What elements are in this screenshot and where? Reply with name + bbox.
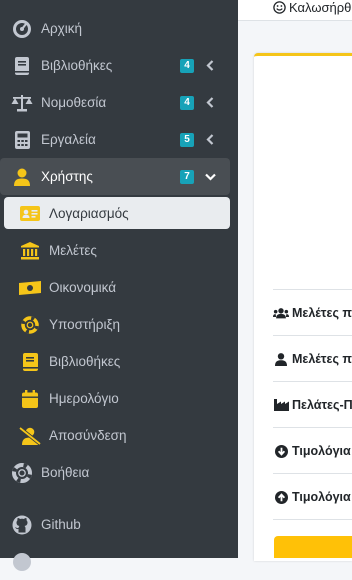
submenu-item-label: Υποστήριξη — [49, 317, 121, 332]
sidebar-item-label: Βοήθεια — [41, 465, 90, 480]
sidebar-item-home[interactable]: Αρχική — [0, 10, 238, 47]
stats-row[interactable]: Μελέτες πε — [273, 335, 352, 382]
stats-row-label: Τιμολόγια — [292, 444, 351, 458]
sidebar-item-label: Νομοθεσία — [41, 95, 107, 110]
chevron-left-icon — [204, 97, 216, 109]
stats-row[interactable]: Τιμολόγια — [273, 427, 352, 474]
book-icon — [11, 55, 33, 77]
money-bill-icon — [19, 277, 41, 299]
row-divider — [273, 519, 352, 520]
sidebar-item-legislation[interactable]: Νομοθεσία 4 — [0, 84, 238, 121]
submenu-item-label: Μελέτες — [49, 243, 97, 258]
sidebar-item-label: Χρήστης — [41, 169, 93, 184]
action-button[interactable] — [274, 536, 352, 558]
submenu-item-label: Βιβλιοθήκες — [49, 354, 121, 369]
count-badge: 7 — [180, 169, 194, 184]
life-ring-icon — [11, 462, 33, 484]
sidebar-item-label: Βιβλιοθήκες — [41, 58, 113, 73]
submenu-item-account[interactable]: Λογαριασμός — [4, 197, 230, 229]
submenu-item-label: Λογαριασμός — [49, 205, 129, 221]
balance-scale-icon — [11, 92, 33, 114]
stats-row-label: Μελέτες π — [292, 306, 352, 320]
users-icon — [273, 306, 289, 320]
sidebar-item-partial[interactable] — [0, 543, 238, 580]
industry-icon — [273, 398, 289, 412]
count-badge: 5 — [180, 132, 194, 147]
submenu-item-label: Αποσύνδεση — [49, 428, 127, 443]
submenu-item-label: Οικονομικά — [49, 280, 117, 295]
submenu-item-finance[interactable]: Οικονομικά — [0, 269, 238, 306]
stats-row[interactable]: Μελέτες π — [273, 289, 352, 336]
smile-icon — [273, 1, 286, 14]
sidebar-item-label: Αρχική — [41, 21, 83, 36]
stats-row[interactable]: Τιμολόγια — [273, 473, 352, 520]
book-icon — [19, 351, 41, 373]
submenu-item-logout[interactable]: Αποσύνδεση — [0, 417, 238, 454]
calendar-icon — [19, 388, 41, 410]
sidebar-item-label: Εργαλεία — [41, 132, 96, 147]
arrow-circle-up-icon — [273, 490, 289, 504]
sidebar-item-help[interactable]: Βοήθεια — [0, 454, 238, 491]
arrow-circle-down-icon — [273, 444, 289, 458]
chevron-left-icon — [204, 134, 216, 146]
chevron-left-icon — [204, 60, 216, 72]
greeting: Καλωσήρθ — [273, 0, 351, 15]
chevron-down-icon — [204, 171, 216, 183]
submenu-item-studies[interactable]: Μελέτες — [0, 232, 238, 269]
dashboard-gauge-icon — [11, 18, 33, 40]
stats-row[interactable]: Πελάτες-Π — [273, 381, 352, 428]
user-icon — [11, 166, 33, 188]
user-icon — [273, 352, 289, 366]
greeting-text: Καλωσήρθ — [289, 0, 352, 15]
sidebar-item-tools[interactable]: Εργαλεία 5 — [0, 121, 238, 158]
partial-icon — [11, 551, 33, 573]
stats-row-label: Μελέτες πε — [292, 352, 352, 366]
id-card-icon — [19, 202, 41, 224]
sidebar-item-user[interactable]: Χρήστης 7 — [0, 158, 230, 195]
submenu-item-support[interactable]: Υποστήριξη — [0, 306, 238, 343]
count-badge: 4 — [180, 58, 194, 73]
submenu-item-libraries[interactable]: Βιβλιοθήκες — [0, 343, 238, 380]
stats-row-label: Τιμολόγια — [292, 490, 351, 504]
sidebar-item-github[interactable]: Github — [0, 506, 238, 543]
submenu-item-label: Ημερολόγιο — [49, 391, 119, 406]
sidebar-item-libraries[interactable]: Βιβλιοθήκες 4 — [0, 47, 238, 84]
stats-row-label: Πελάτες-Π — [292, 398, 352, 412]
life-ring-icon — [19, 314, 41, 336]
landmark-icon — [19, 240, 41, 262]
sidebar-item-label: Github — [41, 517, 81, 532]
sidebar: Αρχική Βιβλιοθήκες 4 Νομοθεσία 4 Εργαλεί… — [0, 0, 238, 571]
calculator-icon — [11, 129, 33, 151]
submenu-item-calendar[interactable]: Ημερολόγιο — [0, 380, 238, 417]
user-slash-icon — [19, 425, 41, 447]
github-icon — [11, 514, 33, 536]
count-badge: 4 — [180, 95, 194, 110]
